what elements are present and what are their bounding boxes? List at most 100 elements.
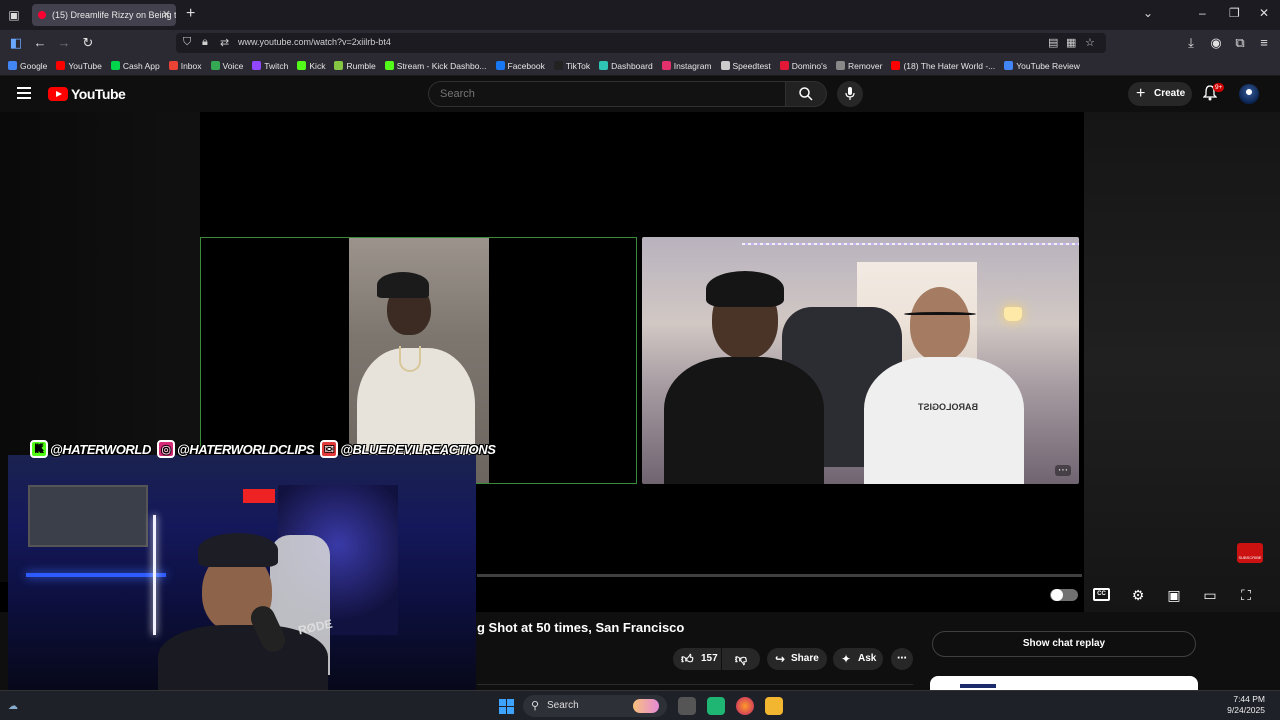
bookmark-item[interactable]: Voice — [210, 60, 244, 71]
taskbar-search[interactable]: ⚲ Search — [523, 695, 667, 717]
youtube-header: YouTube + Create 9+ — [0, 76, 1280, 112]
bookmark-label: Twitch — [264, 60, 289, 71]
more-options-icon[interactable]: ⋯ — [1055, 465, 1071, 476]
bookmark-item[interactable]: Google — [8, 61, 47, 71]
bookmark-favicon-icon — [297, 61, 307, 70]
task-view-icon[interactable] — [678, 697, 696, 715]
miniplayer-icon[interactable]: ▣ — [1163, 587, 1185, 604]
search-field[interactable] — [428, 81, 786, 107]
bookmark-label: Voice — [222, 60, 244, 71]
bookmark-item[interactable]: Stream - Kick Dashbo... — [384, 60, 487, 71]
extensions-icon[interactable]: ⧉ — [1232, 35, 1248, 51]
bookmark-item[interactable]: Dashboard — [599, 61, 653, 71]
downloads-icon[interactable]: ⤓ — [1183, 35, 1199, 51]
search-input[interactable] — [440, 88, 740, 100]
video-right-backdrop — [1084, 112, 1280, 612]
system-clock[interactable]: 7:44 PM 9/24/2025 — [1220, 694, 1265, 716]
close-window-icon[interactable]: ✕ — [1259, 6, 1269, 20]
bookmark-label: Stream - Kick Dashbo... — [396, 60, 487, 71]
search-highlight-icon — [633, 699, 659, 713]
dislike-button[interactable]: 👎︎ — [722, 648, 760, 670]
captions-icon[interactable]: CC — [1093, 588, 1110, 601]
subscribe-watermark[interactable]: SUBSCRIBE — [1237, 543, 1263, 563]
host-left-beanie — [706, 271, 784, 307]
bookmark-item[interactable]: Twitch — [252, 61, 288, 71]
windows-taskbar: ☁ ⚲ Search 7:44 PM 9/24/2025 — [0, 690, 1280, 720]
back-icon[interactable]: ← — [32, 35, 48, 50]
email-handle: ✉ @BLUEDEVILREACTIONS — [320, 440, 496, 458]
microphone-icon — [845, 87, 855, 100]
share-icon: ↪ — [775, 652, 786, 666]
file-explorer-icon[interactable] — [765, 697, 783, 715]
host-right-shirt — [864, 357, 1024, 484]
create-button[interactable]: + Create — [1128, 82, 1192, 106]
bookmark-favicon-icon — [384, 61, 394, 70]
shield-icon[interactable]: ⛉ — [183, 36, 191, 49]
search-button[interactable] — [786, 81, 827, 107]
share-button[interactable]: ↪ Share — [767, 648, 827, 670]
bookmark-favicon-icon — [835, 61, 845, 70]
bookmark-item[interactable]: YouTube — [56, 61, 102, 71]
bookmark-favicon-icon — [891, 61, 901, 70]
autoplay-toggle[interactable] — [1050, 589, 1078, 601]
youtube-logo-text: YouTube — [71, 86, 126, 102]
account-icon[interactable]: ◉ — [1208, 35, 1224, 51]
lock-icon[interactable]: 🔒︎ — [202, 36, 208, 49]
reload-icon[interactable]: ↻ — [80, 35, 96, 51]
bookmark-item[interactable]: (18) The Hater World -... — [891, 61, 995, 71]
voice-search-button[interactable] — [837, 81, 863, 107]
show-chat-replay-button[interactable]: Show chat replay — [932, 631, 1196, 657]
chevron-down-icon[interactable]: ⌄ — [1143, 6, 1153, 20]
hamburger-menu-icon[interactable] — [17, 87, 31, 102]
widgets-icon[interactable]: ☁ — [8, 701, 18, 712]
thumbs-down-icon: 👎︎ — [734, 652, 748, 666]
firefox-icon[interactable] — [736, 697, 754, 715]
bookmark-item[interactable]: Kick — [297, 61, 325, 71]
bookmark-item[interactable]: Remover — [835, 61, 882, 71]
reader-view-icon[interactable]: ▦ — [1066, 36, 1076, 49]
monitor — [28, 485, 148, 547]
picture-in-picture-icon[interactable]: ▤ — [1048, 36, 1058, 49]
headphones — [904, 312, 976, 316]
bookmark-item[interactable]: Rumble — [334, 61, 376, 71]
new-tab-icon[interactable]: + — [186, 5, 195, 23]
kick-handle: K @HATERWORLD — [30, 440, 151, 458]
ask-button[interactable]: ✦ Ask — [833, 648, 883, 670]
progress-bar[interactable] — [477, 574, 1082, 577]
close-tab-icon[interactable]: ✕ — [162, 4, 171, 26]
forward-icon[interactable]: → — [56, 35, 72, 50]
avatar[interactable] — [1239, 84, 1259, 104]
theater-mode-icon[interactable]: ▭ — [1199, 587, 1221, 604]
bookmark-item[interactable]: Cash App — [110, 61, 160, 71]
minimize-icon[interactable]: – — [1199, 6, 1206, 20]
clock-date: 9/24/2025 — [1227, 705, 1265, 715]
active-tab[interactable]: (15) Dreamlife Rizzy on Being tl ✕ — [32, 4, 176, 26]
social-handles-overlay: K @HATERWORLD ◎ @HATERWORLDCLIPS ✉ @BLUE… — [30, 437, 496, 461]
bookmark-item[interactable]: Domino's — [779, 60, 827, 71]
taskbar-search-label: Search — [547, 700, 579, 711]
bookmark-item[interactable]: Facebook — [495, 61, 545, 71]
bookmark-item[interactable]: TikTok — [553, 61, 590, 71]
sidebar-toggle-icon[interactable]: ◧ — [8, 35, 24, 51]
instagram-handle-text: @HATERWORLDCLIPS — [176, 441, 315, 457]
thumbs-up-icon: 👍︎ — [681, 652, 694, 666]
bookmark-item[interactable]: YouTube Review — [1004, 61, 1080, 71]
bookmark-item[interactable]: Inbox — [168, 61, 202, 71]
url-bar[interactable]: ⛉ 🔒︎ ⇄ www.youtube.com/watch?v=2xiilrb-b… — [176, 33, 1106, 53]
menu-icon[interactable]: ≡ — [1256, 35, 1272, 50]
bookmark-item[interactable]: Speedtest — [720, 61, 771, 71]
bookmark-item[interactable]: Instagram — [661, 61, 712, 71]
windows-start-icon[interactable] — [499, 699, 514, 714]
like-button[interactable]: 👍︎ 157 — [673, 648, 721, 670]
bookmark-label: Domino's — [791, 60, 827, 71]
store-app-icon[interactable] — [707, 697, 725, 715]
more-horizontal-icon: ⋯ — [897, 653, 907, 664]
tab-list-icon[interactable]: ▣ — [6, 7, 22, 23]
settings-gear-icon[interactable]: ⚙ — [1127, 587, 1149, 604]
permissions-icon[interactable]: ⇄ — [220, 36, 229, 49]
more-actions-button[interactable]: ⋯ — [891, 648, 913, 670]
bookmark-star-icon[interactable]: ☆ — [1085, 36, 1095, 49]
fullscreen-icon[interactable]: ⛶ — [1235, 587, 1257, 604]
maximize-icon[interactable]: ❐ — [1229, 6, 1240, 20]
youtube-logo[interactable]: YouTube — [48, 86, 126, 102]
